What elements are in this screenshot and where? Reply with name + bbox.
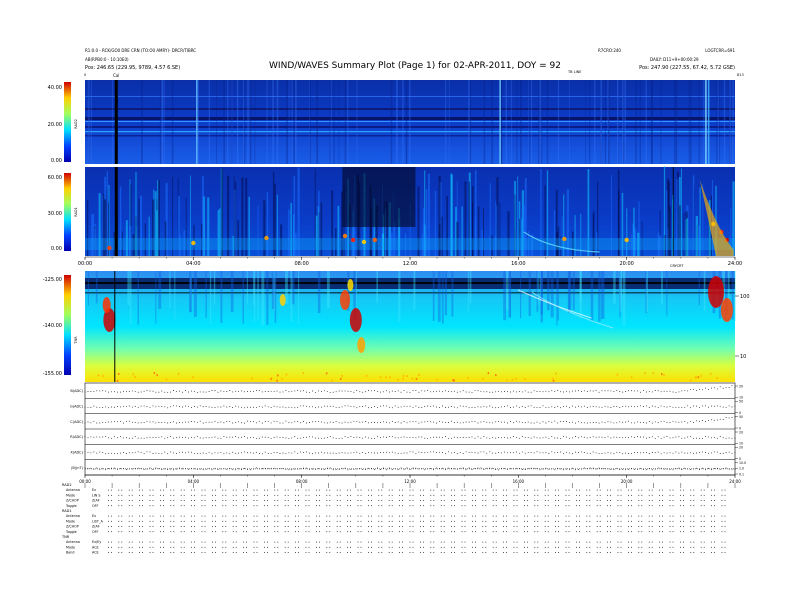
page-title: WIND/WAVES Summary Plot (Page 1) for 02-…: [269, 61, 561, 71]
line-row-tick: 0.1: [739, 472, 744, 476]
rad2-ylabel: RAD2: [74, 119, 78, 129]
header-info-left-3: Pos: 246.65 (229.95, 9789, 4.57 6.SE): [85, 65, 180, 71]
tnr-panel: TNR -125.00 -140.00 -155.00 CRYCRT 100 1…: [43, 264, 750, 382]
time-tick-label: 20:00: [619, 261, 633, 267]
param-value: Ex: [92, 488, 96, 492]
header-info-left-1: R1:0.0 - RCK/GO0 DRE CRN (TO:O0 AMRY)- D…: [85, 48, 196, 53]
time-tick-label: 24:00: [728, 261, 742, 267]
param-key: Toggle: [65, 530, 77, 534]
line-row-label: B(ADC): [70, 389, 83, 393]
time-tick-label: 16:00: [513, 479, 525, 484]
line-row-tick: 20: [739, 446, 743, 450]
rad2-ytick: 0.00: [51, 158, 62, 164]
time-tick-label: 20:00: [621, 479, 633, 484]
line-row-label: |B|(nT): [71, 466, 83, 470]
line-row-label: R(ADC): [70, 435, 83, 439]
time-axis-rad: 00:00 04:00 08:00 12:00 16:00 20:00 24:00: [78, 256, 742, 267]
param-value: OFF: [92, 530, 98, 534]
param-value: ACE: [92, 545, 99, 549]
rad1-ytick: 0.00: [51, 246, 62, 252]
rad1-panel: RAD1 60.00 30.00 0.00: [48, 166, 735, 256]
param-block-head: RAD2: [62, 483, 72, 487]
param-block-head: TNR: [61, 535, 70, 539]
param-value: OFF: [92, 504, 98, 508]
time-axis-lines: 00:00 04:00 08:00 12:00 16:00 20:00 24:00: [79, 474, 741, 484]
line-row-tick: 50: [739, 415, 743, 419]
line-row-tick: 1.0: [739, 467, 744, 471]
param-key: Z/CHOP: [66, 499, 79, 503]
param-value: LIST_A: [92, 519, 104, 523]
header-info-right-1: R7CRO:240: [598, 48, 621, 53]
rad2-colorbar: [64, 82, 71, 162]
param-key: Antenna: [66, 488, 80, 492]
tick-top-right: 813: [737, 73, 744, 77]
header-info-right-4: Pos: 247.90 (227.55, 67.42, 5.72 GSE): [639, 65, 735, 71]
line-row-label: X(ADC): [70, 451, 83, 455]
time-tick-label: 04:00: [188, 479, 200, 484]
time-tick-label: 00:00: [79, 479, 91, 484]
rad1-ylabel: RAD1: [74, 207, 78, 217]
rad1-colorbar: [64, 173, 71, 251]
param-block-head: RAD1: [62, 509, 72, 513]
time-tick-label: 12:00: [403, 261, 417, 267]
param-key: Antenna: [66, 514, 80, 518]
line-row-label: G(ADC): [70, 405, 84, 409]
param-value: Z(AF: [92, 525, 100, 529]
param-key: Mode: [66, 519, 75, 523]
param-key: Mode: [66, 493, 75, 497]
tnr-right-tick: 100: [740, 294, 750, 300]
line-row-tick: 10.0: [739, 461, 746, 465]
line-row-tick: 20: [739, 384, 743, 388]
tnr-ytick: -155.00: [43, 371, 62, 377]
param-value: Ex: [92, 514, 96, 518]
tb-line-label: TB LINE: [567, 70, 581, 74]
tnr-ytick: -140.00: [43, 323, 62, 329]
rad2-panel: RAD2 40.00 20.00 0.00: [48, 80, 735, 164]
tnr-ytick: -125.00: [43, 277, 62, 283]
time-tick-label: 08:00: [296, 479, 308, 484]
param-key: Mode: [66, 545, 75, 549]
cal-label: Cal: [113, 73, 119, 78]
tick-top-left: 0: [84, 73, 86, 77]
param-key: Toggle: [65, 504, 77, 508]
tnr-ylabel: TNR: [74, 336, 78, 345]
line-row-tick: 50: [739, 400, 743, 404]
param-value: ACE: [92, 551, 99, 555]
tnr-right-tick: 10: [740, 354, 746, 360]
parameter-table: RAD2Antenna ExMode LIN SZ/CHOP Z(AFToggle OF…: [61, 483, 736, 555]
rad1-ytick: 60.00: [48, 175, 62, 181]
param-key: Antenna: [66, 540, 80, 544]
rad2-ytick: 40.00: [48, 85, 62, 91]
summary-plot: R1:0.0 - RCK/GO0 DRE CRN (TO:O0 AMRY)- D…: [43, 48, 750, 555]
time-tick-label: 00:00: [78, 261, 92, 267]
header-info-left-2: AB(RPB0:0 - 10:10E0): [85, 57, 129, 62]
time-tick-label: 04:00: [186, 261, 200, 267]
time-tick-label: 24:00: [729, 479, 741, 484]
header-info-right-3: DAILY: D11+9+00:00:29: [650, 57, 699, 62]
param-key: Z/CHOP: [66, 525, 79, 529]
time-tick-label: 12:00: [404, 479, 416, 484]
param-value: Ex/Ey: [92, 540, 101, 544]
tnr-colorbar: [64, 275, 71, 375]
rad2-ytick: 20.00: [48, 122, 62, 128]
lines-panel: B(ADC)2010G(ADC)500C(ADC)500R(ADC)2010X(…: [70, 382, 746, 476]
param-value: LIN S: [92, 493, 100, 497]
tnr-right-label: CRYCRT: [670, 264, 684, 268]
header-info-right-2: LOGTCRR=691: [705, 48, 735, 53]
rad1-ytick: 30.00: [48, 211, 62, 217]
time-tick-label: 08:00: [294, 261, 308, 267]
param-value: Z(AF: [92, 499, 100, 503]
line-row-tick: 20: [739, 430, 743, 434]
time-tick-label: 16:00: [511, 261, 525, 267]
line-row-label: C(ADC): [70, 420, 83, 424]
param-key: Band: [66, 551, 74, 555]
